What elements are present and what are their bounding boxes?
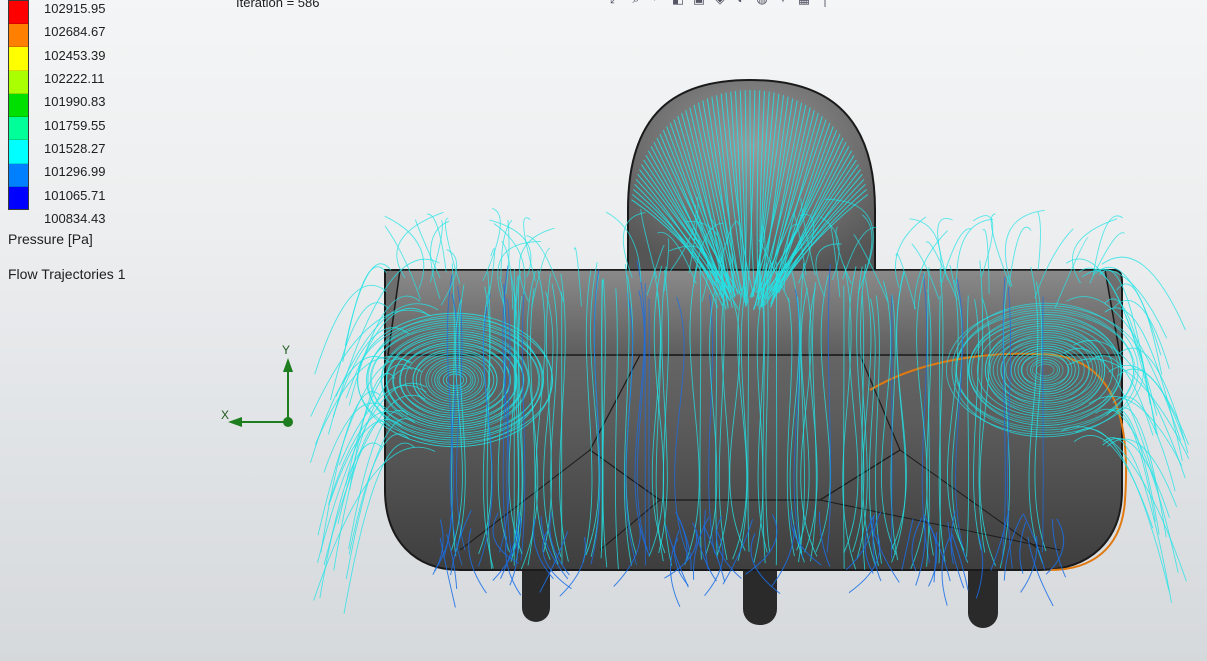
legend-swatch <box>9 140 28 164</box>
plot-name-label[interactable]: Flow Trajectories 1 <box>8 266 125 282</box>
legend-swatch <box>9 47 28 71</box>
triad-y-label: Y <box>282 343 291 357</box>
previous-view-icon[interactable]: ↶ <box>649 0 665 6</box>
zoom-fit-icon[interactable]: ⤢ <box>607 0 623 6</box>
trajectory-line <box>427 213 447 273</box>
trajectory-line <box>1042 296 1044 553</box>
hide-show-icon[interactable]: ◐ <box>733 0 749 6</box>
legend-value-label: 101065.71 <box>44 188 106 203</box>
legend-swatch <box>9 24 28 48</box>
legend-title: Pressure [Pa] <box>8 231 93 247</box>
trajectory-line <box>843 285 845 569</box>
legend-swatch <box>9 186 28 209</box>
legend-swatch <box>9 117 28 141</box>
heads-up-toolbar: ⤢ ⌕ ↶ ◧ ▣ ◈ ◐ ◍ ✧ ▦ ┬ <box>607 0 833 6</box>
monitor-icon[interactable]: ┬ <box>817 0 833 6</box>
iteration-label: Iteration = 586 <box>236 0 320 10</box>
zoom-area-icon[interactable]: ⌕ <box>628 0 644 6</box>
legend-swatch <box>9 163 28 187</box>
view-settings-icon[interactable]: ▦ <box>796 0 812 6</box>
legend-value-label: 100834.43 <box>44 211 106 226</box>
graphics-viewport[interactable]: 102915.95 102684.67 102453.39 102222.11 1019… <box>0 0 1207 661</box>
section-view-icon[interactable]: ◧ <box>670 0 686 6</box>
legend-value-label: 101296.99 <box>44 164 106 179</box>
legend-value-label: 101528.27 <box>44 141 106 156</box>
legend-value-label: 102453.39 <box>44 48 106 63</box>
legend-swatch <box>9 93 28 118</box>
trajectory-line <box>330 302 389 401</box>
triad-graphic <box>228 358 293 427</box>
legend-swatch <box>9 1 28 25</box>
legend-color-bar <box>8 0 29 210</box>
legend-value-label: 101990.83 <box>44 94 106 109</box>
flow-trajectory-render <box>310 78 1190 628</box>
display-style-icon[interactable]: ◈ <box>712 0 728 6</box>
model-view[interactable] <box>300 70 1200 640</box>
trajectory-line <box>1037 211 1041 271</box>
legend-value-label: 102684.67 <box>44 24 106 39</box>
edit-appearance-icon[interactable]: ◍ <box>754 0 770 6</box>
legend-value-label: 101759.55 <box>44 118 106 133</box>
legend-value-label: 102915.95 <box>44 1 106 16</box>
legend-swatch <box>9 70 28 94</box>
scene-icon[interactable]: ✧ <box>775 0 791 6</box>
view-orientation-icon[interactable]: ▣ <box>691 0 707 6</box>
coordinate-triad: Y X <box>218 343 308 436</box>
triad-x-label: X <box>221 408 230 422</box>
legend-value-label: 102222.11 <box>44 71 105 86</box>
